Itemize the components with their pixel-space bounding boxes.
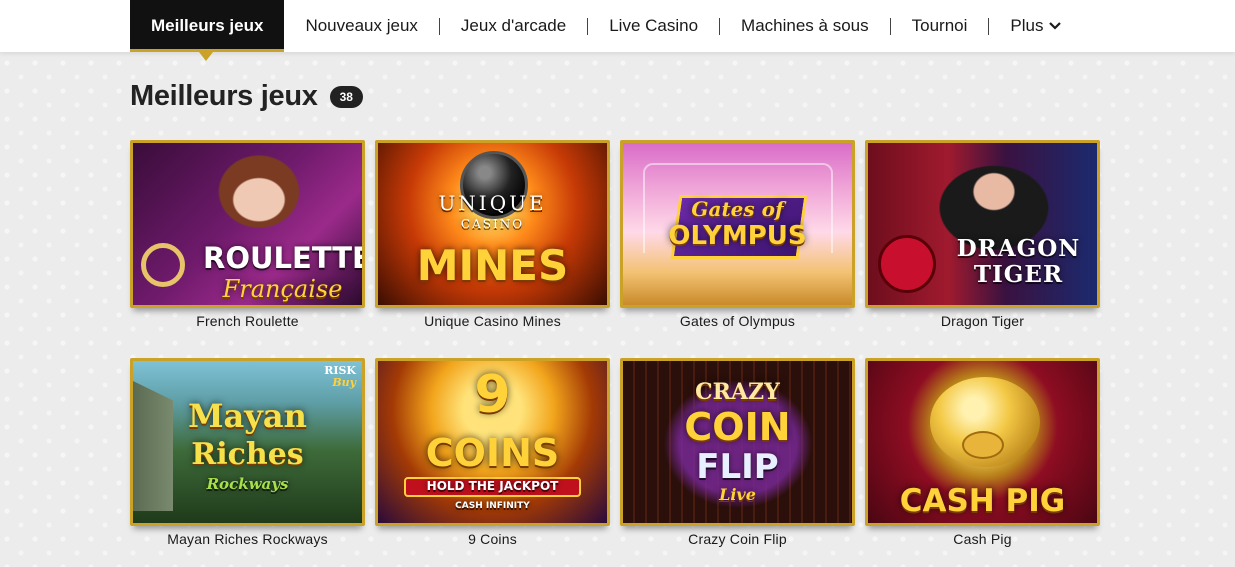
art-logo: MINES	[416, 241, 569, 290]
art-title: Mayan	[188, 397, 307, 435]
art-title: DRAGON	[956, 235, 1081, 262]
tab-meilleurs-jeux[interactable]: Meilleurs jeux	[130, 0, 285, 52]
art-tagline: Rockways	[206, 475, 289, 493]
art-subtitle: HOLD THE JACKPOT	[426, 479, 559, 493]
game-title[interactable]: Crazy Coin Flip	[620, 531, 855, 547]
tab-plus-label: Plus	[1010, 16, 1044, 35]
game-title[interactable]: Cash Pig	[865, 531, 1100, 547]
game-thumbnail[interactable]: UNIQUE CASINO MINES	[375, 140, 610, 308]
art-number: 9	[474, 365, 511, 425]
art-subtitle: CASINO	[460, 217, 525, 231]
game-thumbnail[interactable]: DRAGON TIGER	[865, 140, 1100, 308]
game-card-gates-of-olympus[interactable]: Gates of OLYMPUS Gates of Olympus	[620, 140, 855, 329]
art-title: UNIQUE	[438, 191, 547, 215]
game-thumbnail[interactable]: Gates of OLYMPUS	[620, 140, 855, 308]
game-card-french-roulette[interactable]: ROULETTE Française French Roulette	[130, 140, 365, 329]
art-subtitle: TIGER	[973, 261, 1064, 288]
tab-jeux-arcade[interactable]: Jeux d'arcade	[440, 0, 587, 52]
tab-machines-a-sous[interactable]: Machines à sous	[720, 0, 890, 52]
tab-tournoi[interactable]: Tournoi	[891, 0, 989, 52]
art-title: CASH PIG	[899, 483, 1066, 519]
game-thumbnail[interactable]: CASH PIG	[865, 358, 1100, 526]
game-card-dragon-tiger[interactable]: DRAGON TIGER Dragon Tiger	[865, 140, 1100, 329]
game-thumbnail[interactable]: 9 COINS HOLD THE JACKPOT CASH INFINITY	[375, 358, 610, 526]
art-subtitle: FLIP	[696, 447, 779, 487]
art-title: ROULETTE	[203, 241, 365, 275]
game-title[interactable]: Unique Casino Mines	[375, 313, 610, 329]
game-title[interactable]: French Roulette	[130, 313, 365, 329]
category-tabs: Meilleurs jeux Nouveaux jeux Jeux d'arca…	[130, 0, 1082, 52]
game-title[interactable]: Mayan Riches Rockways	[130, 531, 365, 547]
tab-plus[interactable]: Plus	[989, 0, 1082, 52]
art-title: CRAZY	[695, 379, 780, 405]
game-title[interactable]: Dragon Tiger	[865, 313, 1100, 329]
art-logo: COIN	[684, 405, 791, 449]
game-card-9-coins[interactable]: 9 COINS HOLD THE JACKPOT CASH INFINITY 9…	[375, 358, 610, 547]
buy-badge: Buy	[332, 376, 356, 389]
game-card-crazy-coin-flip[interactable]: CRAZY COIN FLIP Live Crazy Coin Flip	[620, 358, 855, 547]
game-count-badge: 38	[329, 85, 363, 108]
game-title[interactable]: Gates of Olympus	[620, 313, 855, 329]
art-title: Gates of	[691, 197, 784, 221]
game-thumbnail[interactable]: CRAZY COIN FLIP Live	[620, 358, 855, 526]
chevron-down-icon	[1049, 0, 1062, 52]
art-subtitle: Française	[222, 275, 343, 303]
art-tagline: Live	[719, 485, 756, 504]
game-card-unique-casino-mines[interactable]: UNIQUE CASINO MINES Unique Casino Mines	[375, 140, 610, 329]
game-card-mayan-riches-rockways[interactable]: RISK Buy Mayan Riches Rockways Mayan Ric…	[130, 358, 365, 547]
tab-nouveaux-jeux[interactable]: Nouveaux jeux	[284, 0, 438, 52]
game-card-cash-pig[interactable]: CASH PIG Cash Pig	[865, 358, 1100, 547]
top-navigation: Meilleurs jeux Nouveaux jeux Jeux d'arca…	[0, 0, 1235, 61]
art-subtitle: Riches	[191, 437, 304, 472]
section-header: Meilleurs jeux 38	[130, 80, 363, 113]
art-tagline: CASH INFINITY	[455, 501, 530, 511]
art-logo: OLYMPUS	[668, 221, 807, 251]
page-title: Meilleurs jeux	[130, 80, 318, 112]
active-tab-pointer	[199, 52, 213, 61]
art-title: COINS	[425, 431, 560, 475]
tab-live-casino[interactable]: Live Casino	[588, 0, 719, 52]
game-thumbnail[interactable]: RISK Buy Mayan Riches Rockways	[130, 358, 365, 526]
game-title[interactable]: 9 Coins	[375, 531, 610, 547]
game-thumbnail[interactable]: ROULETTE Française	[130, 140, 365, 308]
